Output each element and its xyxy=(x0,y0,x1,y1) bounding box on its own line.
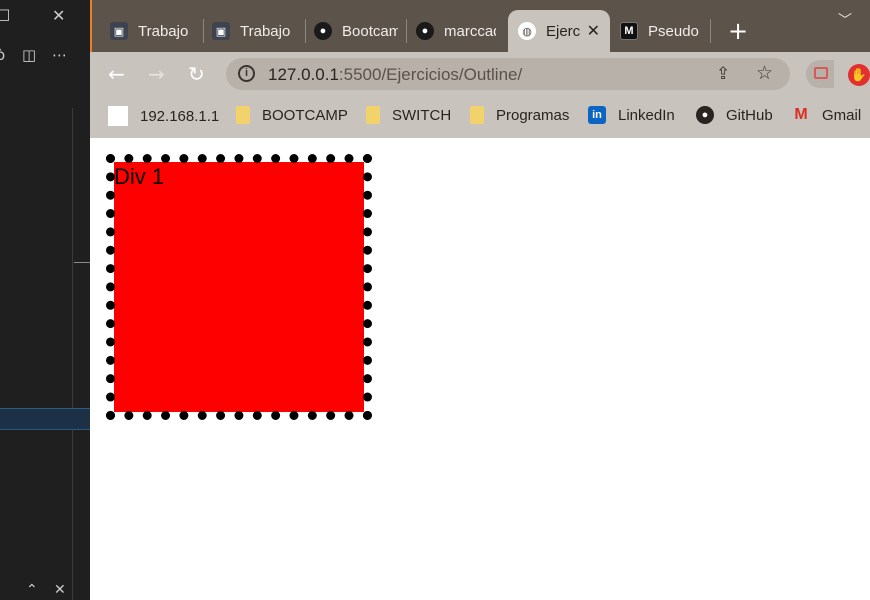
tab-title: marccad xyxy=(444,22,496,40)
folder-icon xyxy=(236,106,250,124)
classroom-icon: ▣ xyxy=(212,22,230,40)
bookmark-folder-bootcamp[interactable]: BOOTCAMP xyxy=(236,106,348,124)
mdn-icon: M xyxy=(620,22,638,40)
forward-icon[interactable]: → xyxy=(148,62,165,86)
back-icon[interactable]: ← xyxy=(108,62,125,86)
github-icon: ● xyxy=(696,106,714,124)
panel-controls: ⌃ ✕ xyxy=(0,582,90,600)
maximize-icon[interactable]: ☐ xyxy=(0,6,10,25)
div-1-label: Div 1 xyxy=(114,164,165,189)
more-actions-icon[interactable]: ⋯ xyxy=(52,46,67,64)
bookmark-label: 192.168.1.1 xyxy=(140,107,220,125)
tab-title: Bootcamp xyxy=(342,22,398,40)
reload-icon[interactable]: ↻ xyxy=(188,62,205,86)
tab-divider xyxy=(406,19,407,43)
github-icon: ● xyxy=(416,22,434,40)
split-editor-icon[interactable]: ◫ xyxy=(22,46,36,64)
classroom-icon: ▣ xyxy=(110,22,128,40)
bookmark-label: LinkedIn xyxy=(618,106,675,124)
bookmark-star-icon[interactable]: ☆ xyxy=(756,62,773,84)
vscode-titlebar: ☐ ✕ xyxy=(0,0,90,34)
gmail-icon: M xyxy=(794,106,808,123)
editor-divider xyxy=(72,108,73,600)
url-host: 127.0.0.1 xyxy=(268,65,339,84)
tab-bootcamp[interactable]: ● Bootcamp xyxy=(314,16,398,46)
bookmark-github[interactable]: ● GitHub xyxy=(696,106,773,124)
address-bar[interactable]: i 127.0.0.1:5500/Ejercicios/Outline/ ⇪ ☆ xyxy=(226,58,790,90)
extension-adblock-icon[interactable]: ✋ xyxy=(848,64,870,86)
scroll-sash[interactable] xyxy=(74,262,90,263)
url-path: :5500/Ejercicios/Outline/ xyxy=(338,65,523,84)
tab-title: Trabajo xyxy=(138,22,189,40)
tab-divider xyxy=(203,19,204,43)
bookmark-label: SWITCH xyxy=(392,106,452,124)
bookmark-gmail[interactable]: M Gmail xyxy=(792,106,861,124)
tab-trabajo-1[interactable]: ▣ Trabajo xyxy=(110,16,196,46)
tab-title: Trabajo xyxy=(240,22,291,40)
tab-pseudo[interactable]: M Pseudo xyxy=(620,16,700,46)
div-1-box: Div 1 xyxy=(106,154,372,420)
tab-title: Pseudo xyxy=(648,22,699,40)
bookmark-router[interactable]: 192.168.1.1 xyxy=(108,106,219,126)
bookmark-label: GitHub xyxy=(726,106,773,124)
vscode-window: ☐ ✕ ò ◫ ⋯ ⌃ ✕ xyxy=(0,0,90,600)
bookmarks-bar: 192.168.1.1 BOOTCAMP SWITCH Programas in… xyxy=(90,94,870,138)
bookmark-label: Programas xyxy=(496,106,570,124)
share-icon[interactable]: ⇪ xyxy=(716,64,730,84)
bookmark-linkedin[interactable]: in LinkedIn xyxy=(588,106,675,124)
tab-search-icon[interactable]: ﹀ xyxy=(838,10,852,30)
new-tab-button[interactable]: + xyxy=(728,17,748,45)
close-tab-icon[interactable]: ✕ xyxy=(587,21,600,41)
folder-icon xyxy=(366,106,380,124)
extension-cast-icon[interactable] xyxy=(806,60,834,88)
bookmark-folder-switch[interactable]: SWITCH xyxy=(366,106,451,124)
blank-page-icon xyxy=(108,106,128,126)
browser-toolbar: ← → ↻ i 127.0.0.1:5500/Ejercicios/Outlin… xyxy=(90,52,870,94)
linkedin-icon: in xyxy=(588,106,606,124)
url-text[interactable]: 127.0.0.1:5500/Ejercicios/Outline/ xyxy=(268,65,522,85)
github-icon: ● xyxy=(314,22,332,40)
folder-icon xyxy=(470,106,484,124)
site-info-icon[interactable]: i xyxy=(238,65,255,82)
tab-marccad[interactable]: ● marccad xyxy=(416,16,496,46)
search-icon[interactable]: ò xyxy=(0,46,5,64)
chevron-up-icon[interactable]: ⌃ xyxy=(26,582,38,598)
tab-ejercicios[interactable]: ◍ Ejercicios ✕ xyxy=(508,10,610,52)
bookmark-label: Gmail xyxy=(822,106,862,124)
tab-trabajo-2[interactable]: ▣ Trabajo xyxy=(212,16,298,46)
close-panel-icon[interactable]: ✕ xyxy=(54,582,66,598)
selected-row[interactable] xyxy=(0,408,90,430)
bookmark-label: BOOTCAMP xyxy=(262,106,348,124)
browser-window: ▣ Trabajo ▣ Trabajo ● Bootcamp ● marccad… xyxy=(90,0,870,600)
close-icon[interactable]: ✕ xyxy=(52,6,65,25)
page-viewport: Div 1 xyxy=(90,138,870,600)
bookmark-folder-programas[interactable]: Programas xyxy=(470,106,569,124)
vscode-editor-actions: ò ◫ ⋯ xyxy=(0,44,90,70)
globe-icon: ◍ xyxy=(518,22,536,40)
tab-title: Ejercicios xyxy=(546,22,580,40)
tab-divider xyxy=(710,19,711,43)
tab-strip: ▣ Trabajo ▣ Trabajo ● Bootcamp ● marccad… xyxy=(90,0,870,52)
tab-divider xyxy=(305,19,306,43)
